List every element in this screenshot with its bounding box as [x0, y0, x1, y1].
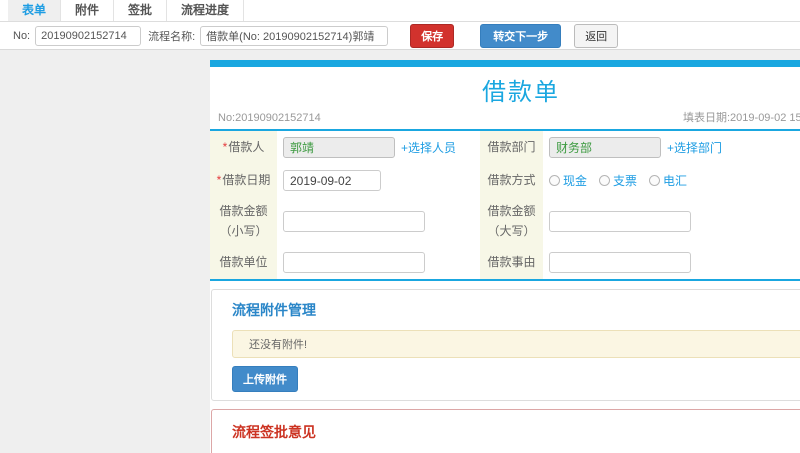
next-step-button[interactable]: 转交下一步	[480, 23, 562, 48]
cash-radio-option[interactable]: 现金	[549, 172, 587, 189]
tab-signoff[interactable]: 签批	[114, 0, 168, 21]
no-label: No:	[13, 29, 31, 42]
payment-method-label: 借款方式	[480, 164, 543, 197]
signoff-panel: 流程签批意见 BIabc✐∞∞⚑≡☰⇤⇥” 样式 ▾ 格式 ▾	[211, 408, 800, 453]
required-marker: *	[216, 173, 222, 188]
select-person-link[interactable]: +选择人员	[401, 139, 456, 156]
upload-attachment-button[interactable]: 上传附件	[232, 365, 298, 392]
payment-method-cell: 现金 支票 电汇	[543, 164, 800, 197]
wire-radio[interactable]	[649, 175, 661, 186]
form-meta: No:20190902152714 填表日期:2019-09-02 15:27:…	[210, 108, 800, 129]
form-date-text: 填表日期:2019-09-02 15:27:14	[683, 112, 800, 124]
attachments-heading: 流程附件管理	[232, 301, 316, 318]
department-cell: +选择部门	[543, 131, 800, 164]
content-area: 借款单 No:20190902152714 填表日期:2019-09-02 15…	[0, 50, 800, 453]
save-button[interactable]: 保存	[410, 23, 455, 48]
department-input[interactable]	[549, 137, 661, 158]
amount-upper-label: 借款金额（大写）	[480, 197, 543, 246]
department-label-text: 借款部门	[487, 140, 536, 155]
amount-upper-input[interactable]	[549, 210, 691, 232]
loan-form-table: * 借款人 +选择人员 借款部门 +选择部门 * 借款日期	[210, 129, 800, 281]
required-marker: *	[222, 140, 228, 155]
amount-lower-cell	[277, 197, 480, 246]
loan-date-label-text: 借款日期	[222, 173, 271, 188]
payment-method-label-text: 借款方式	[487, 173, 536, 188]
reason-input[interactable]	[549, 251, 691, 273]
borrower-cell: +选择人员	[277, 131, 480, 164]
check-radio-option[interactable]: 支票	[599, 172, 637, 189]
amount-upper-label-text: 借款金额（大写）	[487, 204, 536, 239]
loan-date-cell	[277, 164, 480, 197]
panel-top-bar	[210, 60, 800, 67]
loan-date-label: * 借款日期	[210, 164, 277, 197]
borrower-label-text: 借款人	[228, 140, 265, 155]
tab-progress[interactable]: 流程进度	[167, 0, 245, 21]
action-toolbar: No: 流程名称: 保存 转交下一步 返回	[0, 22, 800, 50]
reason-label: 借款事由	[480, 245, 543, 279]
wire-radio-option[interactable]: 电汇	[649, 172, 687, 189]
borrower-label: * 借款人	[210, 131, 277, 164]
attachments-panel: 流程附件管理 还没有附件! 上传附件	[211, 288, 800, 401]
cash-radio[interactable]	[549, 175, 560, 186]
reason-label-text: 借款事由	[487, 255, 536, 270]
process-name-input[interactable]	[200, 25, 389, 46]
tab-bar: 表单 附件 签批 流程进度	[0, 0, 800, 22]
unit-label-text: 借款单位	[219, 255, 268, 270]
signoff-heading: 流程签批意见	[232, 423, 316, 440]
amount-lower-label-text: 借款金额（小写）	[219, 204, 268, 239]
borrower-input[interactable]	[283, 137, 395, 158]
form-title: 借款单	[482, 79, 560, 106]
wire-radio-label: 电汇	[663, 174, 688, 188]
check-radio[interactable]	[599, 175, 611, 186]
select-department-link[interactable]: +选择部门	[667, 139, 722, 156]
no-input[interactable]	[35, 25, 142, 46]
amount-lower-input[interactable]	[283, 210, 425, 232]
loan-form-panel: 借款单 No:20190902152714 填表日期:2019-09-02 15…	[210, 60, 800, 453]
unit-label: 借款单位	[210, 245, 277, 279]
form-no-text: No:20190902152714	[218, 112, 321, 124]
department-label: 借款部门	[480, 131, 543, 164]
amount-upper-cell	[543, 197, 800, 246]
cash-radio-label: 现金	[563, 174, 588, 188]
tab-attachments[interactable]: 附件	[61, 0, 115, 21]
reason-cell	[543, 245, 800, 279]
no-attachments-alert: 还没有附件!	[232, 329, 800, 358]
unit-cell	[277, 245, 480, 279]
tab-form[interactable]: 表单	[8, 0, 62, 21]
loan-date-input[interactable]	[283, 170, 381, 191]
check-radio-label: 支票	[613, 174, 638, 188]
amount-lower-label: 借款金额（小写）	[210, 197, 277, 246]
back-button[interactable]: 返回	[574, 23, 619, 48]
unit-input[interactable]	[283, 251, 425, 273]
process-name-label: 流程名称:	[148, 30, 196, 43]
